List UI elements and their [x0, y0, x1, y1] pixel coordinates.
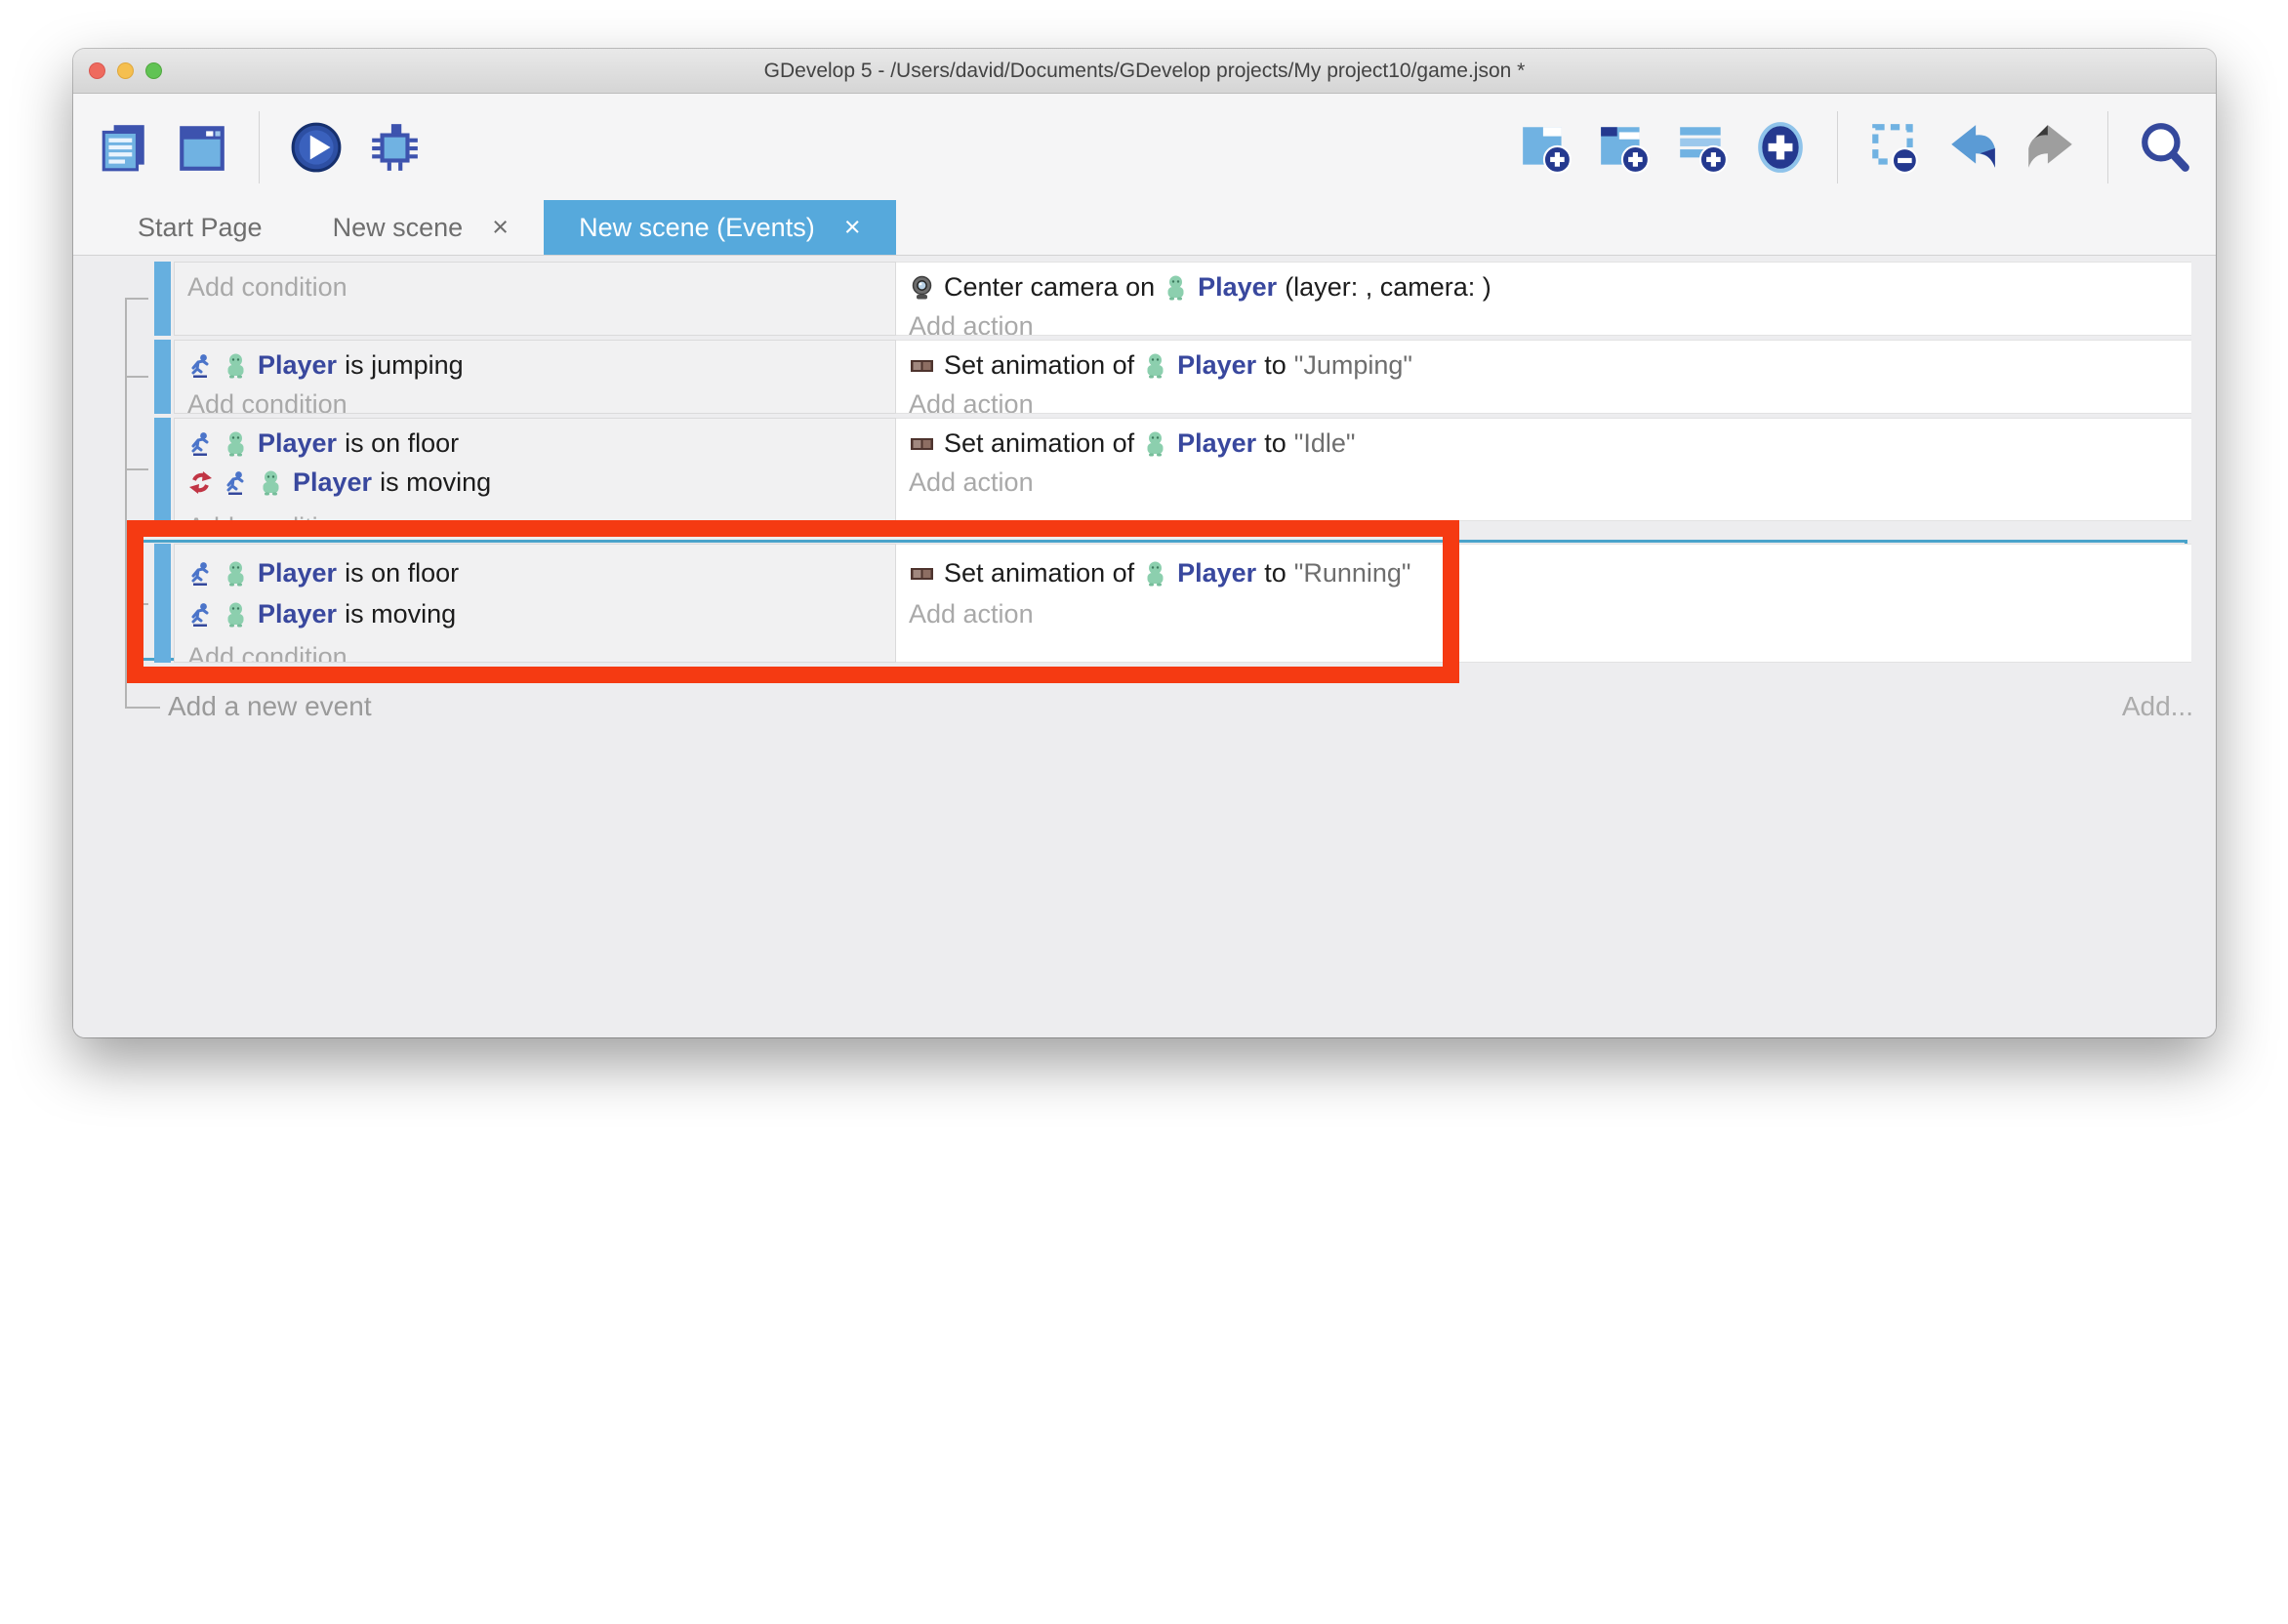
condition-is-on-floor[interactable]: Player is on floor — [175, 553, 895, 592]
platformer-behavior-icon — [187, 560, 214, 587]
player-object-icon — [258, 469, 284, 496]
player-object-icon — [1142, 560, 1168, 587]
add-comment-icon[interactable] — [1675, 120, 1730, 175]
player-object-icon — [1142, 352, 1168, 379]
preview-icon[interactable] — [289, 120, 344, 175]
tree-tick — [125, 603, 148, 605]
event-row[interactable]: Add condition Center camera on Player (l… — [154, 262, 2191, 336]
undo-icon[interactable] — [1945, 120, 2000, 175]
condition-is-jumping[interactable]: Player is jumping — [175, 345, 895, 385]
zoom-window-button[interactable] — [145, 62, 162, 79]
tab-bar: Start Page New scene × New scene (Events… — [73, 200, 2216, 256]
event-handle[interactable] — [154, 262, 171, 336]
events-sheet: Add condition Center camera on Player (l… — [73, 256, 2216, 1037]
toolbar-separator — [1837, 111, 1838, 183]
window-title: GDevelop 5 - /Users/david/Documents/GDev… — [764, 60, 1526, 83]
add-action-button[interactable]: Add action — [896, 385, 2191, 414]
actions-cell[interactable]: Set animation of Player to "Idle" Add ac… — [896, 418, 2191, 521]
actions-cell[interactable]: Center camera on Player (layer: , camera… — [896, 262, 2191, 336]
action-set-animation[interactable]: Set animation of Player to "Running" — [896, 553, 2191, 592]
platformer-behavior-icon — [187, 352, 214, 379]
tab-start-page[interactable]: Start Page — [102, 200, 298, 255]
close-tab-icon[interactable]: × — [844, 214, 861, 242]
tree-tick — [125, 468, 148, 470]
invert-condition-icon — [187, 469, 214, 496]
project-manager-icon[interactable] — [97, 120, 151, 175]
close-window-button[interactable] — [89, 62, 105, 79]
event-handle[interactable] — [154, 544, 171, 663]
tree-guideline — [125, 299, 127, 709]
player-object-icon — [223, 560, 249, 587]
tree-tick — [125, 298, 148, 300]
add-action-button[interactable]: Add action — [896, 306, 2191, 336]
event-handle[interactable] — [154, 340, 171, 414]
action-center-camera[interactable]: Center camera on Player (layer: , camera… — [896, 267, 2191, 306]
conditions-cell[interactable]: Player is jumping Add condition — [174, 340, 896, 414]
traffic-lights — [89, 49, 162, 93]
player-object-icon — [1163, 274, 1189, 301]
tab-new-scene[interactable]: New scene × — [298, 200, 545, 255]
animation-icon — [909, 430, 935, 457]
toolbar-separator — [259, 111, 260, 183]
add-condition-button[interactable]: Add condition — [175, 637, 895, 663]
add-more-icon[interactable] — [1753, 120, 1808, 175]
add-action-button[interactable]: Add action — [896, 463, 2191, 502]
event-row-selected[interactable]: Player is on floor Player is moving Add … — [154, 544, 2191, 663]
title-bar: GDevelop 5 - /Users/david/Documents/GDev… — [73, 49, 2216, 94]
add-event-icon[interactable] — [1519, 120, 1573, 175]
conditions-cell[interactable]: Add condition — [174, 262, 896, 336]
tab-label: New scene — [333, 213, 464, 243]
remove-selection-icon[interactable] — [1867, 120, 1922, 175]
debug-icon[interactable] — [367, 120, 422, 175]
add-new-event-button[interactable]: Add a new event — [168, 691, 372, 722]
actions-cell[interactable]: Set animation of Player to "Running" Add… — [896, 544, 2191, 663]
action-set-animation[interactable]: Set animation of Player to "Jumping" — [896, 345, 2191, 385]
player-object-icon — [223, 352, 249, 379]
tree-tick — [125, 376, 148, 378]
search-icon[interactable] — [2138, 120, 2192, 175]
condition-is-moving[interactable]: Player is moving — [175, 594, 895, 633]
redo-icon[interactable] — [2023, 120, 2078, 175]
toolbar-separator — [2107, 111, 2108, 183]
add-condition-button[interactable]: Add condition — [175, 267, 895, 306]
player-object-icon — [223, 430, 249, 457]
event-row[interactable]: Player is on floor Player is moving Add … — [154, 418, 2191, 521]
platformer-behavior-icon — [223, 469, 249, 496]
toolbar — [73, 94, 2216, 200]
tab-label: Start Page — [138, 213, 263, 243]
event-row[interactable]: Player is jumping Add condition Set anim… — [154, 340, 2191, 414]
scene-editor-icon[interactable] — [175, 120, 229, 175]
condition-is-moving-inverted[interactable]: Player is moving — [175, 463, 895, 502]
conditions-cell[interactable]: Player is on floor Player is moving Add … — [174, 418, 896, 521]
conditions-cell[interactable]: Player is on floor Player is moving Add … — [174, 544, 896, 663]
tree-tick — [125, 707, 160, 709]
player-object-icon — [1142, 430, 1168, 457]
minimize-window-button[interactable] — [117, 62, 134, 79]
tab-new-scene-events[interactable]: New scene (Events) × — [544, 200, 896, 255]
add-condition-button[interactable]: Add condition — [175, 385, 895, 414]
animation-icon — [909, 352, 935, 379]
player-object-icon — [223, 601, 249, 628]
action-set-animation[interactable]: Set animation of Player to "Idle" — [896, 424, 2191, 463]
camera-icon — [909, 274, 935, 301]
add-subevent-icon[interactable] — [1597, 120, 1652, 175]
event-handle[interactable] — [154, 418, 171, 521]
tab-label: New scene (Events) — [579, 213, 815, 243]
add-more-button[interactable]: Add... — [2122, 691, 2193, 722]
condition-is-on-floor[interactable]: Player is on floor — [175, 424, 895, 463]
add-action-button[interactable]: Add action — [896, 594, 2191, 633]
close-tab-icon[interactable]: × — [492, 214, 509, 242]
actions-cell[interactable]: Set animation of Player to "Jumping" Add… — [896, 340, 2191, 414]
animation-icon — [909, 560, 935, 587]
gdevelop-window: GDevelop 5 - /Users/david/Documents/GDev… — [73, 49, 2216, 1037]
platformer-behavior-icon — [187, 430, 214, 457]
add-condition-button[interactable]: Add condition — [175, 508, 895, 521]
platformer-behavior-icon — [187, 601, 214, 628]
